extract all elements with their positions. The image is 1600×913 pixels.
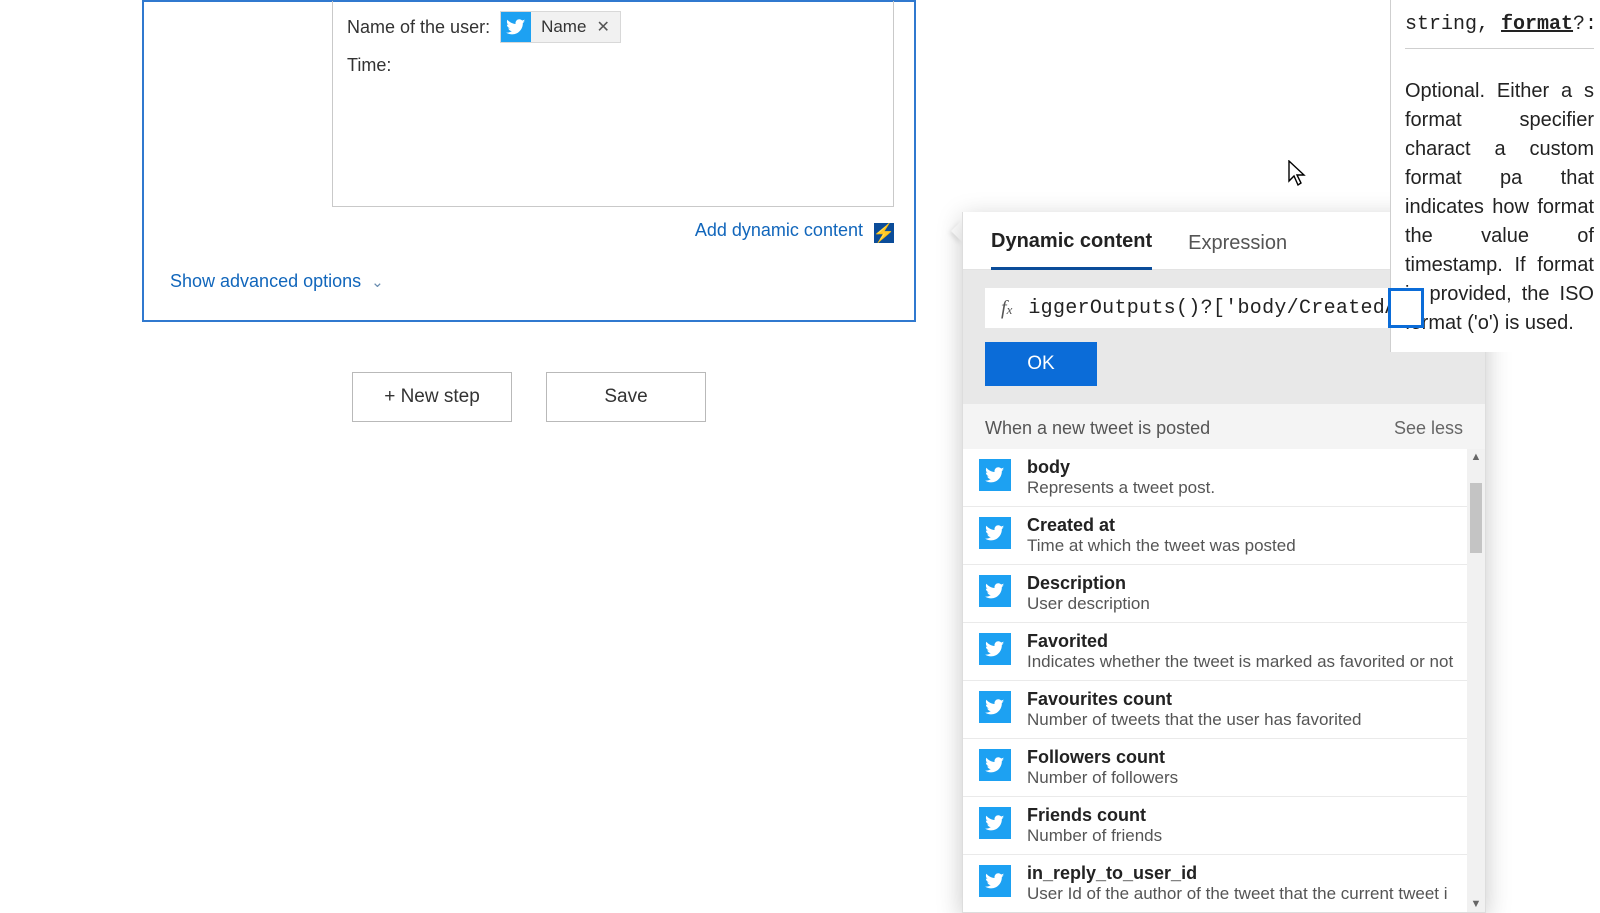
- item-desc: Represents a tweet post.: [1027, 478, 1463, 498]
- item-title: Created at: [1027, 515, 1463, 536]
- tab-dynamic-content[interactable]: Dynamic content: [991, 230, 1152, 270]
- expression-caret-highlight: [1388, 288, 1424, 328]
- show-advanced-options-link[interactable]: Show advanced options ⌄: [170, 271, 384, 292]
- twitter-icon: [979, 575, 1011, 607]
- item-text: FavoritedIndicates whether the tweet is …: [1027, 631, 1463, 672]
- item-desc: User Id of the author of the tweet that …: [1027, 884, 1463, 904]
- item-title: in_reply_to_user_id: [1027, 863, 1463, 884]
- add-dynamic-icon: ⚡: [874, 223, 894, 243]
- scroll-up-icon[interactable]: ▲: [1471, 449, 1482, 465]
- dynamic-item[interactable]: Favourites countNumber of tweets that th…: [963, 680, 1485, 738]
- twitter-icon: [979, 691, 1011, 723]
- fx-icon: fx: [1001, 297, 1012, 320]
- add-dynamic-content-link[interactable]: Add dynamic content ⚡: [144, 220, 894, 241]
- list-scrollbar[interactable]: ▲ ▼: [1467, 449, 1485, 912]
- item-text: Created atTime at which the tweet was po…: [1027, 515, 1463, 556]
- item-title: Followers count: [1027, 747, 1463, 768]
- twitter-icon: [979, 865, 1011, 897]
- remove-token-icon[interactable]: ✕: [596, 17, 609, 37]
- item-desc: Time at which the tweet was posted: [1027, 536, 1463, 556]
- doc-body: Optional. Either a s format specifier ch…: [1405, 77, 1594, 338]
- advanced-label: Show advanced options: [170, 271, 361, 292]
- add-dynamic-label: Add dynamic content: [695, 220, 863, 240]
- item-text: in_reply_to_user_idUser Id of the author…: [1027, 863, 1463, 904]
- item-desc: Number of followers: [1027, 768, 1463, 788]
- footer-buttons: + New step Save: [142, 372, 916, 422]
- dynamic-item[interactable]: in_reply_to_user_idUser Id of the author…: [963, 854, 1485, 912]
- dynamic-item[interactable]: Created atTime at which the tweet was po…: [963, 506, 1485, 564]
- body-line-user: Name of the user: Name ✕: [347, 11, 879, 43]
- token-label: Name: [541, 17, 586, 37]
- dynamic-item[interactable]: DescriptionUser description: [963, 564, 1485, 622]
- scroll-thumb[interactable]: [1470, 483, 1482, 553]
- save-button[interactable]: Save: [546, 372, 706, 422]
- item-desc: User description: [1027, 594, 1463, 614]
- item-title: body: [1027, 457, 1463, 478]
- item-desc: Indicates whether the tweet is marked as…: [1027, 652, 1463, 672]
- twitter-icon: [501, 12, 531, 42]
- message-body-input[interactable]: Name of the user: Name ✕ Time:: [332, 1, 894, 207]
- item-desc: Number of friends: [1027, 826, 1463, 846]
- popup-caret: [951, 220, 962, 242]
- dynamic-item[interactable]: Friends countNumber of friends: [963, 796, 1485, 854]
- dynamic-item[interactable]: FavoritedIndicates whether the tweet is …: [963, 622, 1485, 680]
- section-header: When a new tweet is posted See less: [963, 404, 1485, 449]
- twitter-icon: [979, 459, 1011, 491]
- item-desc: Number of tweets that the user has favor…: [1027, 710, 1463, 730]
- sig-suffix: ?: str: [1573, 13, 1594, 36]
- item-text: Friends countNumber of friends: [1027, 805, 1463, 846]
- item-title: Description: [1027, 573, 1463, 594]
- twitter-icon: [979, 517, 1011, 549]
- dynamic-token-name[interactable]: Name ✕: [500, 11, 621, 43]
- doc-signature: string, format?: str: [1405, 10, 1594, 49]
- user-label: Name of the user:: [347, 17, 490, 38]
- ok-button[interactable]: OK: [985, 342, 1097, 386]
- action-card: Name of the user: Name ✕ Time: Add dynam…: [142, 0, 916, 322]
- dynamic-item[interactable]: bodyRepresents a tweet post.: [963, 449, 1485, 506]
- scroll-down-icon[interactable]: ▼: [1471, 896, 1482, 912]
- body-line-time: Time:: [347, 55, 879, 76]
- mouse-cursor-icon: [1288, 160, 1308, 194]
- item-text: DescriptionUser description: [1027, 573, 1463, 614]
- item-text: bodyRepresents a tweet post.: [1027, 457, 1463, 498]
- item-title: Favorited: [1027, 631, 1463, 652]
- twitter-icon: [979, 807, 1011, 839]
- item-text: Followers countNumber of followers: [1027, 747, 1463, 788]
- tab-expression[interactable]: Expression: [1188, 232, 1287, 269]
- dynamic-item[interactable]: Followers countNumber of followers: [963, 738, 1485, 796]
- item-text: Favourites countNumber of tweets that th…: [1027, 689, 1463, 730]
- twitter-icon: [979, 749, 1011, 781]
- dynamic-item-list: bodyRepresents a tweet post. Created atTi…: [963, 449, 1485, 912]
- sig-param: format: [1501, 13, 1573, 36]
- twitter-icon: [979, 633, 1011, 665]
- see-less-link[interactable]: See less: [1394, 418, 1463, 439]
- item-title: Favourites count: [1027, 689, 1463, 710]
- chevron-down-icon: ⌄: [371, 273, 384, 291]
- sig-prefix: string,: [1405, 13, 1501, 36]
- section-title: When a new tweet is posted: [985, 418, 1210, 439]
- item-title: Friends count: [1027, 805, 1463, 826]
- new-step-button[interactable]: + New step: [352, 372, 512, 422]
